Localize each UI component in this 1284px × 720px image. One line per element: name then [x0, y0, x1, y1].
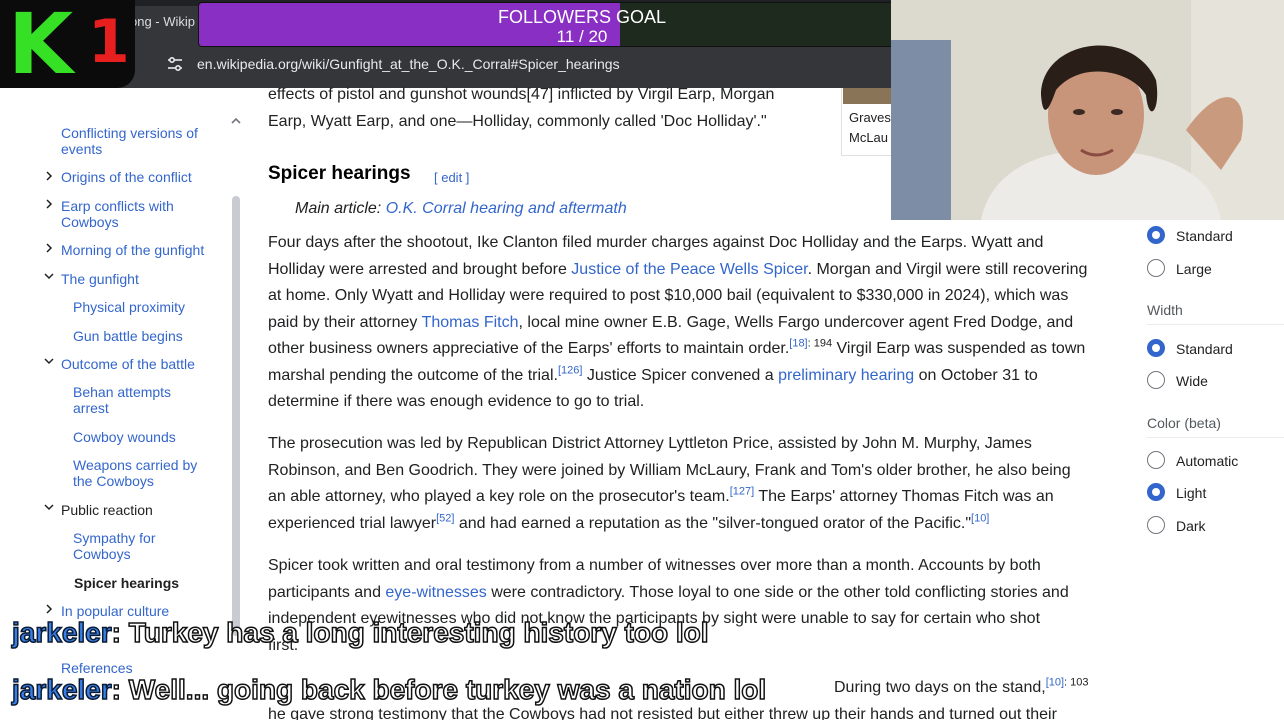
webcam-feed — [891, 0, 1284, 220]
toc-item-gun-battle[interactable]: Gun battle begins — [73, 328, 183, 344]
color-light-radio[interactable] — [1147, 483, 1165, 501]
text-large-label: Large — [1176, 261, 1212, 277]
logo-number: 1 — [88, 7, 130, 77]
toc-item-earp-conflicts[interactable]: Earp conflicts with Cowboys — [61, 198, 201, 230]
citation-link[interactable]: [10] — [971, 512, 989, 524]
edit-section-link[interactable]: [ edit ] — [434, 170, 469, 185]
followers-goal-bar: FOLLOWERS GOAL 11 / 20 — [198, 2, 966, 47]
toc-item-outcome[interactable]: Outcome of the battle — [61, 356, 195, 372]
link-wells-spicer[interactable]: Justice of the Peace Wells Spicer — [571, 261, 807, 278]
figure-caption: Graves McLau — [849, 110, 891, 145]
chevron-right-icon[interactable] — [43, 603, 55, 615]
citation-link[interactable]: [127] — [730, 486, 754, 498]
divider — [1147, 437, 1284, 438]
paragraph-4-line-1: During two days on the stand,[10]: 103 — [834, 676, 1089, 696]
section-heading: Spicer hearings — [268, 163, 411, 184]
color-heading: Color (beta) — [1147, 415, 1221, 431]
toc-item-conflicting-versions[interactable]: Conflicting versions of events — [61, 125, 221, 157]
main-article-hatnote: Main article: O.K. Corral hearing and af… — [295, 200, 627, 217]
toc-item-cowboy-wounds[interactable]: Cowboy wounds — [73, 429, 176, 445]
width-wide-radio[interactable] — [1147, 371, 1165, 389]
link-preliminary-hearing[interactable]: preliminary hearing — [778, 367, 914, 384]
chevron-down-icon[interactable] — [43, 501, 55, 513]
text-large-radio[interactable] — [1147, 259, 1165, 277]
chevron-right-icon[interactable] — [43, 198, 55, 210]
toc-item-physical-proximity[interactable]: Physical proximity — [73, 299, 185, 315]
citation-link[interactable]: [18] — [789, 338, 807, 350]
width-standard-radio[interactable] — [1147, 339, 1165, 357]
toc-item-spicer-hearings[interactable]: Spicer hearings — [74, 575, 179, 591]
main-article-link[interactable]: O.K. Corral hearing and aftermath — [386, 200, 627, 217]
chat-text: : Turkey has a long interesting history … — [111, 616, 709, 649]
chevron-right-icon[interactable] — [43, 242, 55, 254]
toc-item-sympathy[interactable]: Sympathy for Cowboys — [73, 530, 193, 562]
paragraph-1: Four days after the shootout, Ike Clanto… — [268, 234, 1088, 410]
link-eye-witnesses[interactable]: eye-witnesses — [385, 584, 486, 601]
width-heading: Width — [1147, 302, 1183, 318]
url-field[interactable]: en.wikipedia.org/wiki/Gunfight_at_the_O.… — [197, 56, 620, 72]
divider — [1147, 324, 1284, 325]
browser-tab-title: ong - Wikip — [130, 14, 196, 29]
goal-count: 11 / 20 — [556, 27, 608, 46]
toc-item-public-reaction[interactable]: Public reaction — [61, 502, 153, 518]
site-settings-icon[interactable] — [166, 55, 184, 73]
width-standard-label: Standard — [1176, 341, 1233, 357]
logo-letter: K — [8, 0, 73, 93]
text-standard-radio[interactable] — [1147, 226, 1165, 244]
text-standard-label: Standard — [1176, 228, 1233, 244]
chevron-right-icon[interactable] — [43, 170, 55, 182]
width-wide-label: Wide — [1176, 373, 1208, 389]
channel-logo: K 1 — [0, 0, 135, 88]
toc-item-weapons[interactable]: Weapons carried by the Cowboys — [73, 457, 213, 489]
link-thomas-fitch[interactable]: Thomas Fitch — [422, 314, 519, 331]
citation-link[interactable]: [52] — [436, 512, 454, 524]
color-automatic-radio[interactable] — [1147, 451, 1165, 469]
toc-item-behan[interactable]: Behan attempts arrest — [73, 384, 203, 416]
toc-scrollbar[interactable] — [232, 196, 240, 636]
citation-link[interactable]: [10] — [1046, 677, 1064, 689]
toc-item-morning[interactable]: Morning of the gunfight — [61, 242, 204, 258]
toc-item-the-gunfight[interactable]: The gunfight — [61, 271, 139, 287]
color-dark-label: Dark — [1176, 518, 1206, 534]
webcam-image — [891, 0, 1284, 220]
toc-item-origins[interactable]: Origins of the conflict — [61, 169, 192, 185]
chat-username: jarkeler — [11, 616, 112, 649]
chat-text: : Well... going back before turkey was a… — [111, 673, 767, 706]
chevron-up-icon[interactable] — [231, 117, 241, 125]
chevron-down-icon[interactable] — [43, 355, 55, 367]
chevron-down-icon[interactable] — [43, 270, 55, 282]
figure-image[interactable] — [843, 88, 891, 104]
color-automatic-label: Automatic — [1176, 453, 1239, 469]
chat-message: jarkeler: Well... going back before turk… — [11, 673, 767, 707]
color-dark-radio[interactable] — [1147, 516, 1165, 534]
appearance-panel: Standard Large Width Standard Wide Color… — [1130, 220, 1284, 550]
chat-message: jarkeler: Turkey has a long interesting … — [11, 616, 709, 650]
chat-username: jarkeler — [11, 673, 112, 706]
color-light-label: Light — [1176, 485, 1207, 501]
paragraph-2: The prosecution was led by Republican Di… — [268, 435, 1071, 532]
goal-title: FOLLOWERS GOAL — [497, 7, 667, 27]
citation-link[interactable]: [126] — [558, 364, 582, 376]
